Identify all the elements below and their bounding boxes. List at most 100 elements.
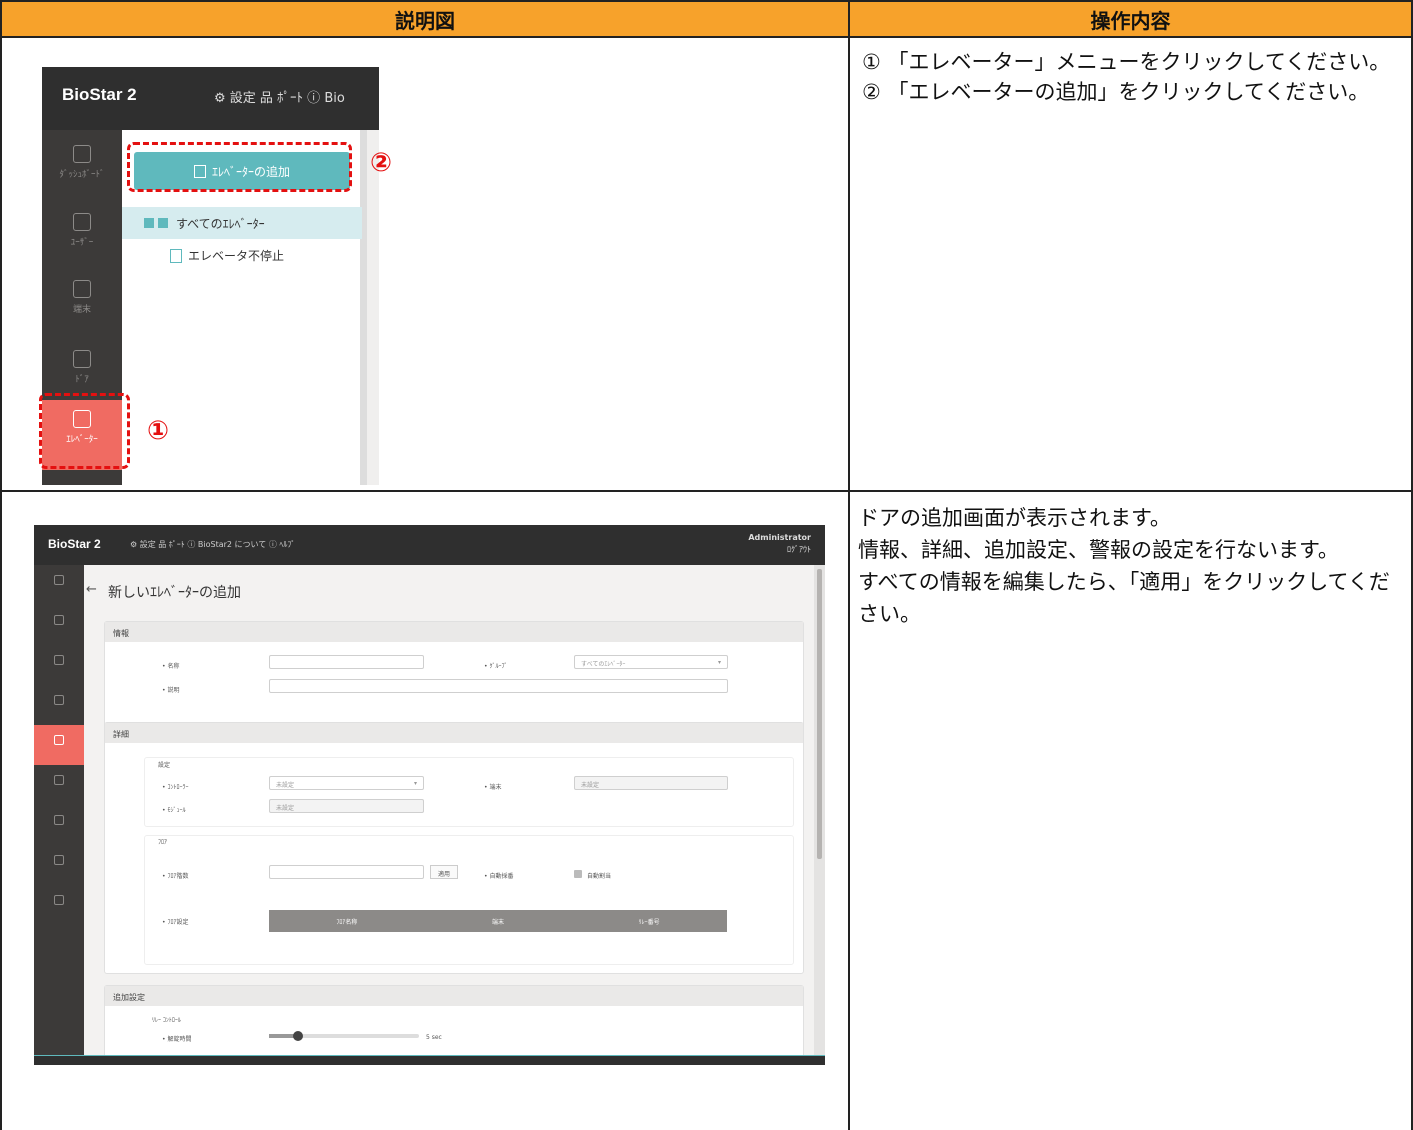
scrollbar-thumb[interactable] [817, 569, 822, 859]
terminal-label: • 端末 [484, 784, 502, 791]
relay-control-label: ﾘﾚｰ ｺﾝﾄﾛｰﾙ [152, 1017, 181, 1024]
location-icon [54, 775, 64, 785]
sidebar-item-door[interactable]: ﾄﾞｱ [42, 340, 122, 400]
description-label: • 説明 [162, 687, 180, 694]
sidebar-item-zone[interactable] [34, 765, 84, 805]
unlock-time-slider[interactable] [269, 1031, 419, 1041]
unlock-time-value: 5 sec [426, 1034, 442, 1041]
extra-settings-section: 追加設定 [104, 985, 804, 1065]
callout-box-2 [127, 142, 352, 192]
group-value: すべてのｴﾚﾍﾞｰﾀｰ [581, 661, 626, 668]
instruction-step-2: ② 「エレベーターの追加」をクリックしてください。 [862, 80, 1370, 104]
user-icon [54, 615, 64, 625]
bottom-bar [34, 1055, 825, 1065]
description-line-1: ドアの追加画面が表示されます。 [858, 506, 1171, 530]
instruction-step-1: ① 「エレベーター」メニューをクリックしてください。 [862, 50, 1391, 74]
brand-title: BioStar 2 [48, 537, 101, 551]
terminal-select[interactable]: 未設定 [574, 776, 728, 790]
section-title: 情報 [105, 622, 803, 642]
tree-item-elevator[interactable]: エレベータ不停止 [170, 247, 284, 264]
terminal-value: 未設定 [581, 782, 600, 789]
sidebar-item-label: 端末 [72, 305, 91, 315]
tree-item-all-elevators[interactable]: すべてのｴﾚﾍﾞｰﾀｰ [122, 207, 362, 239]
sidebar-item-user[interactable]: ﾕｰｻﾞｰ [42, 203, 122, 263]
module-select[interactable]: 未設定 [269, 799, 424, 813]
clock-icon [54, 895, 64, 905]
description-line-3: すべての情報を編集したら、「適用」をクリックしてください。 [858, 570, 1390, 626]
sidebar-item-label: ﾕｰｻﾞｰ [70, 238, 94, 248]
module-label: • ﾓｼﾞｭｰﾙ [162, 807, 186, 814]
door-icon [73, 350, 91, 368]
gauge-icon [73, 145, 91, 163]
group-label: • ｸﾞﾙｰﾌﾟ [484, 663, 508, 670]
controller-value: 未設定 [276, 782, 295, 789]
user-icon [73, 213, 91, 231]
admin-name: Administrator [748, 533, 811, 542]
elevator-icon [54, 735, 64, 745]
slider-knob[interactable] [293, 1031, 303, 1041]
sidebar-item-user[interactable] [34, 605, 84, 645]
unlock-time-label: • 解錠時間 [162, 1036, 192, 1043]
document-table: 説明図 操作内容 ① 「エレベーター」メニューをクリックしてください。 ② 「エ… [0, 0, 1413, 1130]
admin-menu[interactable]: Administrator ﾛｸﾞｱｳﾄ [748, 532, 811, 556]
settings-subsection [144, 757, 794, 827]
auto-assign-checkbox[interactable] [574, 870, 582, 878]
door-icon [170, 248, 182, 263]
sidebar-item-elevator[interactable] [34, 725, 84, 765]
sidebar-item-label: ﾄﾞｱ [75, 375, 89, 385]
section-title: 追加設定 [105, 986, 803, 1006]
sidebar-item-device[interactable] [34, 645, 84, 685]
logout-link[interactable]: ﾛｸﾞｱｳﾄ [748, 544, 811, 556]
gauge-icon [54, 575, 64, 585]
sidebar [34, 565, 84, 1055]
description-text: ドアの追加画面が表示されます。 情報、詳細、追加設定、警報の設定を行ないます。 … [858, 502, 1406, 630]
column-header: ﾌﾛｱ名称 [336, 918, 358, 926]
scrollbar[interactable] [814, 565, 825, 1055]
screenshot-add-elevator: BioStar 2 ⚙ 設定 品 ﾎﾟｰﾄ ⓘ BioStar2 について ⓘ … [34, 525, 825, 1065]
column-header: 端末 [491, 918, 504, 926]
floor-setting-label: • ﾌﾛｱ設定 [162, 919, 189, 926]
tree-item-label: エレベータ不停止 [188, 249, 285, 263]
tree-item-label: すべてのｴﾚﾍﾞｰﾀｰ [176, 216, 265, 231]
sidebar-item-label: ﾀﾞｯｼｭﾎﾞｰﾄﾞ [59, 170, 105, 180]
auto-assign-label: 自動割当 [587, 873, 612, 880]
sidebar-item-time[interactable] [34, 885, 84, 925]
floor-table-header: ﾌﾛｱ名称 端末 ﾘﾚｰ番号 [269, 910, 727, 932]
sidebar-item-monitoring[interactable] [34, 845, 84, 885]
sidebar-item-device[interactable]: 端末 [42, 270, 122, 330]
panel-divider [360, 130, 367, 485]
sidebar-item-access[interactable] [34, 805, 84, 845]
sidebar-item-dashboard[interactable]: ﾀﾞｯｼｭﾎﾞｰﾄﾞ [42, 135, 122, 195]
top-menu-icons[interactable]: ⚙ 設定 品 ﾎﾟｰﾄ ⓘ BioStar2 について ⓘ ﾍﾙﾌﾟ [130, 539, 295, 550]
floor-count-input[interactable] [269, 865, 424, 879]
top-bar: BioStar 2 ⚙ 設定 品 ﾎﾟｰﾄ ⓘ BioStar2 について ⓘ … [34, 525, 825, 565]
floor-subsection [144, 835, 794, 965]
floor-count-label: • ﾌﾛｱ階数 [162, 873, 189, 880]
name-label: • 名称 [162, 663, 180, 670]
settings-label: 設定 [158, 762, 171, 769]
section-title: 詳細 [105, 723, 803, 743]
back-button[interactable]: ← [86, 582, 97, 597]
monitor-icon [54, 855, 64, 865]
callout-box-1 [39, 393, 130, 469]
floor-apply-button[interactable]: 適用 [430, 865, 459, 879]
chevron-down-icon: ▾ [413, 780, 417, 787]
door-icon [54, 695, 64, 705]
device-icon [73, 280, 91, 298]
name-input[interactable] [269, 655, 424, 669]
description-input[interactable] [269, 679, 728, 693]
column-header: ﾘﾚｰ番号 [638, 918, 660, 926]
group-icon [158, 218, 168, 228]
sidebar-item-dashboard[interactable] [34, 565, 84, 605]
sidebar-item-door[interactable] [34, 685, 84, 725]
controller-select[interactable]: 未設定 ▾ [269, 776, 424, 790]
description-line-2: 情報、詳細、追加設定、警報の設定を行ないます。 [858, 538, 1339, 562]
callout-number-1: ① [147, 416, 170, 446]
brand-title: BioStar 2 [62, 85, 137, 104]
controller-label: • ｺﾝﾄﾛｰﾗｰ [162, 784, 189, 791]
group-select[interactable]: すべてのｴﾚﾍﾞｰﾀｰ ▾ [574, 655, 728, 669]
top-menu-icons[interactable]: ⚙ 設定 品 ﾎﾟｰﾄ ⓘ Bio [214, 87, 345, 106]
auto-number-label: • 自動採番 [484, 873, 514, 880]
collapse-icon [144, 218, 154, 228]
chevron-down-icon: ▾ [717, 659, 721, 666]
